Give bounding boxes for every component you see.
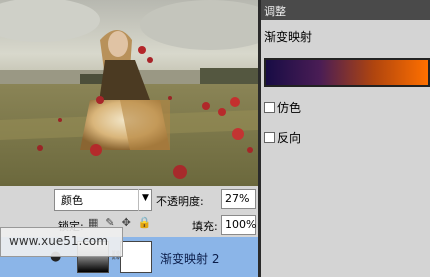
lock-all-icon[interactable]: 🔒 — [138, 216, 152, 229]
panel-title: 渐变映射 — [264, 30, 313, 44]
adjustments-panel: 调整 渐变映射 仿色 反向 — [261, 0, 430, 277]
fill-field[interactable]: 100% — [221, 215, 256, 235]
reverse-checkbox[interactable] — [264, 132, 275, 143]
blend-mode-value: 颜色 — [61, 194, 83, 207]
gradient-preview[interactable] — [264, 58, 430, 87]
layer-mask-thumbnail[interactable] — [120, 241, 152, 273]
opacity-value: 27% — [225, 192, 250, 205]
adjustments-tab-label: 调整 — [264, 5, 286, 18]
adjustments-tab[interactable]: 调整 — [261, 0, 430, 20]
blend-mode-dropdown-icon[interactable]: ▼ — [138, 189, 152, 211]
reverse-label: 反向 — [277, 131, 302, 145]
dither-checkbox[interactable] — [264, 102, 275, 113]
fill-label: 填充: — [192, 220, 218, 233]
opacity-field[interactable]: 27% — [221, 189, 256, 209]
watermark: www.xue51.com — [0, 227, 123, 257]
layer-name: 渐变映射 2 — [160, 252, 220, 266]
dither-label: 仿色 — [277, 101, 302, 115]
lock-position-icon[interactable]: ✥ — [122, 216, 131, 229]
fill-value: 100% — [225, 218, 257, 231]
opacity-label: 不透明度: — [156, 195, 204, 208]
